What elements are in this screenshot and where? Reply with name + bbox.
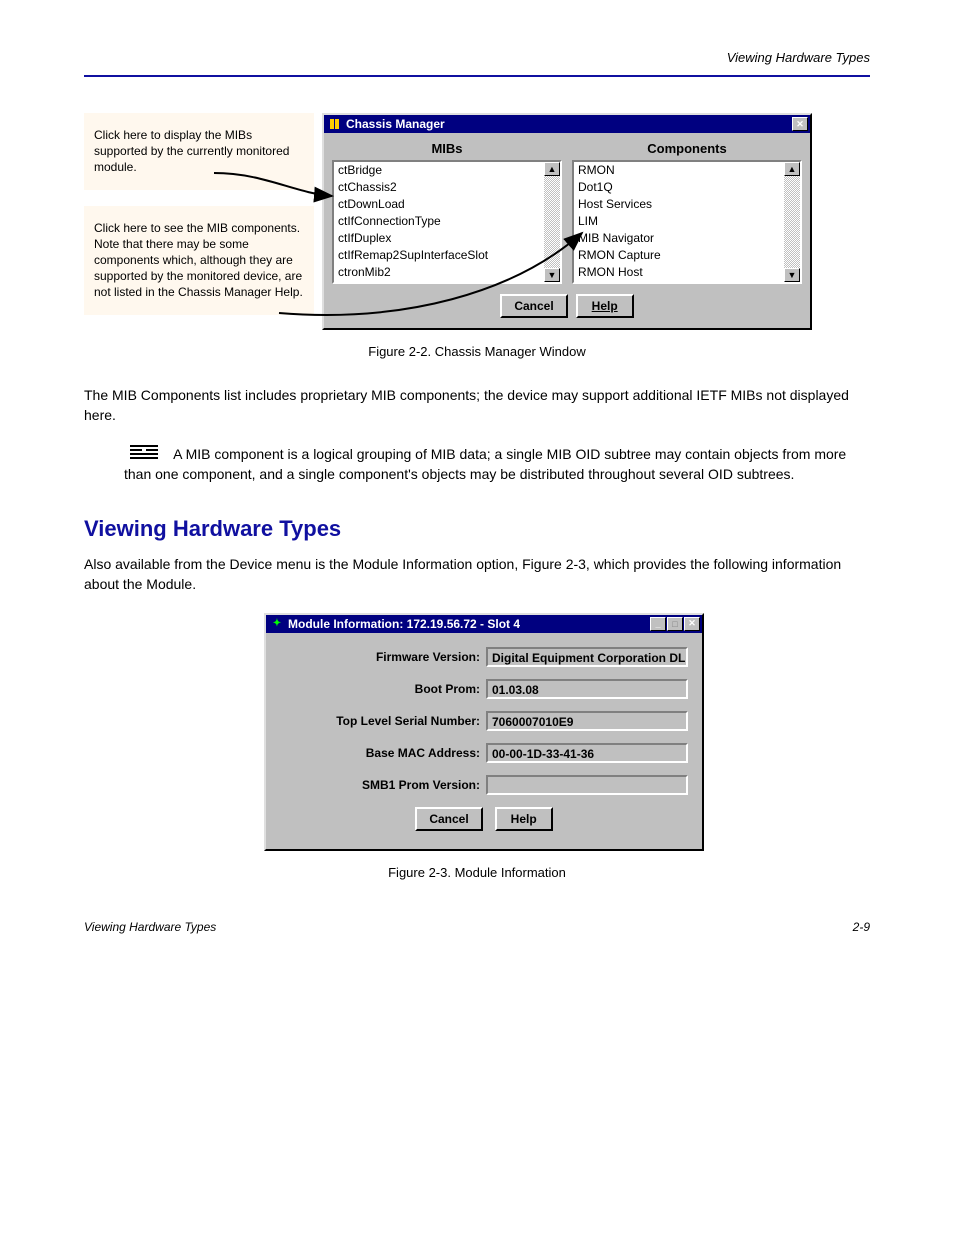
callout-components: Click here to see the MIB components. No… bbox=[84, 206, 314, 315]
mibs-listbox[interactable]: ctBridge ctChassis2 ctDownLoad ctIfConne… bbox=[332, 160, 562, 284]
footer-left: Viewing Hardware Types bbox=[84, 920, 216, 934]
note-icon bbox=[124, 444, 164, 464]
value-serial: 7060007010E9 bbox=[486, 711, 688, 731]
mibs-header: MIBs bbox=[332, 141, 562, 156]
value-smb1 bbox=[486, 775, 688, 795]
form-row-firmware: Firmware Version: Digital Equipment Corp… bbox=[280, 647, 688, 667]
figure-2-2-caption: Figure 2-2. Chassis Manager Window bbox=[84, 344, 870, 359]
chassis-manager-titlebar[interactable]: Chassis Manager ✕ bbox=[324, 115, 810, 133]
close-icon[interactable]: ✕ bbox=[684, 617, 700, 631]
value-firmware: Digital Equipment Corporation DLE22-M bbox=[486, 647, 688, 667]
scroll-down-icon[interactable]: ▼ bbox=[784, 268, 800, 282]
module-information-title: Module Information: 172.19.56.72 - Slot … bbox=[288, 617, 650, 631]
minimize-icon[interactable]: _ bbox=[650, 617, 666, 631]
list-item[interactable]: ctIfDuplex bbox=[334, 230, 560, 247]
label-serial: Top Level Serial Number: bbox=[280, 714, 486, 728]
list-item[interactable]: Host Services bbox=[574, 196, 800, 213]
label-firmware: Firmware Version: bbox=[280, 650, 486, 664]
components-header: Components bbox=[572, 141, 802, 156]
form-row-serial: Top Level Serial Number: 7060007010E9 bbox=[280, 711, 688, 731]
value-boot-prom: 01.03.08 bbox=[486, 679, 688, 699]
page-footer: Viewing Hardware Types 2-9 bbox=[84, 920, 870, 934]
figure-2-3-caption: Figure 2-3. Module Information bbox=[84, 865, 870, 880]
list-item[interactable]: MIB Navigator bbox=[574, 230, 800, 247]
section-heading: Viewing Hardware Types bbox=[84, 516, 870, 542]
form-row-smb1: SMB1 Prom Version: bbox=[280, 775, 688, 795]
list-item[interactable]: RMON bbox=[574, 162, 800, 179]
components-listbox[interactable]: RMON Dot1Q Host Services LIM MIB Navigat… bbox=[572, 160, 802, 284]
label-mac: Base MAC Address: bbox=[280, 746, 486, 760]
paragraph-module-info: Also available from the Device menu is t… bbox=[84, 554, 870, 595]
close-icon[interactable]: ✕ bbox=[792, 117, 808, 131]
scroll-up-icon[interactable]: ▲ bbox=[784, 162, 800, 176]
maximize-icon: □ bbox=[667, 617, 683, 631]
form-row-boot-prom: Boot Prom: 01.03.08 bbox=[280, 679, 688, 699]
cancel-button[interactable]: Cancel bbox=[500, 294, 567, 318]
running-header: Viewing Hardware Types bbox=[84, 50, 870, 65]
note-row: A MIB component is a logical grouping of… bbox=[84, 444, 870, 485]
list-item[interactable]: ctChassis2 bbox=[334, 179, 560, 196]
list-item[interactable]: ctBridge bbox=[334, 162, 560, 179]
list-item[interactable]: RMON Host bbox=[574, 264, 800, 281]
app-icon: ✦ bbox=[270, 617, 284, 631]
components-scrollbar[interactable]: ▲ ▼ bbox=[784, 162, 800, 282]
list-item[interactable]: Dot1Q bbox=[574, 179, 800, 196]
list-item[interactable]: ctDownLoad bbox=[334, 196, 560, 213]
note-text: A MIB component is a logical grouping of… bbox=[124, 446, 846, 482]
callouts-column: Click here to display the MIBs supported… bbox=[84, 113, 314, 315]
header-rule bbox=[84, 75, 870, 77]
label-smb1: SMB1 Prom Version: bbox=[280, 778, 486, 792]
value-mac: 00-00-1D-33-41-36 bbox=[486, 743, 688, 763]
list-item[interactable]: LIM bbox=[574, 213, 800, 230]
app-icon bbox=[328, 117, 342, 131]
scroll-up-icon[interactable]: ▲ bbox=[544, 162, 560, 176]
mibs-scrollbar[interactable]: ▲ ▼ bbox=[544, 162, 560, 282]
list-item[interactable]: ctronMib2 bbox=[334, 264, 560, 281]
callout-mibs: Click here to display the MIBs supported… bbox=[84, 113, 314, 190]
label-boot-prom: Boot Prom: bbox=[280, 682, 486, 696]
scroll-down-icon[interactable]: ▼ bbox=[544, 268, 560, 282]
module-information-dialog: ✦ Module Information: 172.19.56.72 - Slo… bbox=[264, 613, 704, 851]
help-button[interactable]: Help bbox=[576, 294, 634, 318]
list-item[interactable]: RMON Capture bbox=[574, 247, 800, 264]
module-information-titlebar[interactable]: ✦ Module Information: 172.19.56.72 - Slo… bbox=[266, 615, 702, 633]
form-row-mac: Base MAC Address: 00-00-1D-33-41-36 bbox=[280, 743, 688, 763]
chassis-manager-dialog: Chassis Manager ✕ MIBs ctBridge ctChassi… bbox=[322, 113, 812, 330]
help-button[interactable]: Help bbox=[495, 807, 553, 831]
cancel-button[interactable]: Cancel bbox=[415, 807, 482, 831]
chassis-manager-title: Chassis Manager bbox=[346, 117, 792, 131]
list-item[interactable]: ctIfRemap2SupInterfaceSlot bbox=[334, 247, 560, 264]
paragraph-mib-components: The MIB Components list includes proprie… bbox=[84, 385, 870, 426]
list-item[interactable]: ctIfConnectionType bbox=[334, 213, 560, 230]
footer-right: 2-9 bbox=[853, 920, 870, 934]
